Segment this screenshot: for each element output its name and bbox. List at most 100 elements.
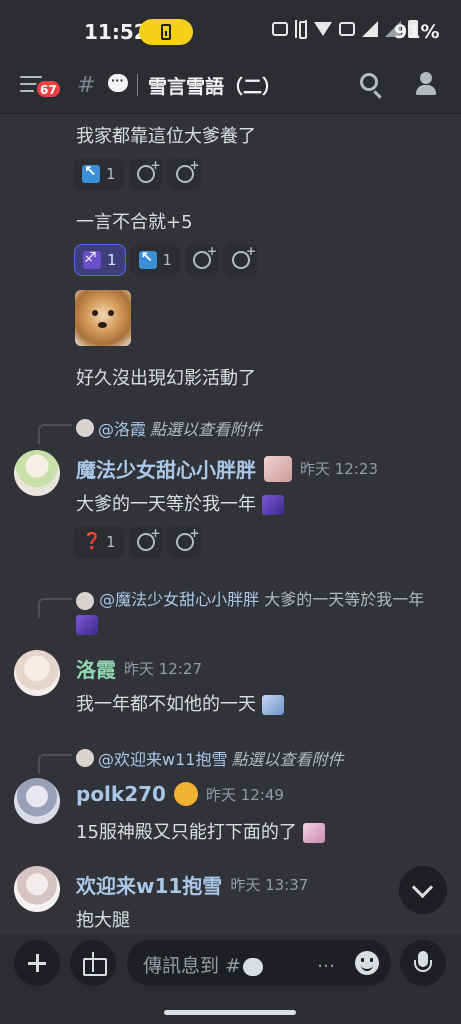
message-input-placeholder: 傳訊息到 # bbox=[143, 951, 263, 978]
hd-icon bbox=[272, 22, 288, 36]
avatar[interactable] bbox=[14, 778, 60, 824]
volte-icon bbox=[339, 22, 355, 36]
voice-message-button[interactable] bbox=[400, 940, 446, 986]
message-timestamp: 昨天 13:37 bbox=[230, 876, 309, 894]
author-badge-icon bbox=[173, 782, 198, 806]
message-text: 好久沒出現幻影活動了 bbox=[76, 368, 256, 389]
message-author[interactable]: 洛霞 昨天 12:27 bbox=[76, 654, 202, 683]
reaction-purple[interactable]: 1 bbox=[74, 244, 126, 276]
super-reaction-icon bbox=[232, 244, 256, 269]
add-super-reaction-button[interactable] bbox=[224, 244, 259, 276]
add-reaction-icon bbox=[136, 158, 161, 183]
reply-author: @欢迎来w11抱雪 bbox=[98, 750, 228, 769]
super-reaction-icon bbox=[175, 158, 200, 183]
divider bbox=[137, 74, 138, 96]
hash-icon: # bbox=[77, 73, 96, 98]
message-text: 我家都靠這位大爹養了 bbox=[76, 126, 256, 147]
reaction-row: 1 1 bbox=[74, 244, 259, 276]
message-list[interactable]: 我家都靠這位大爹養了 1 一言不合就+5 1 1 好久沒出現幻影活動了 @洛霞 … bbox=[0, 114, 461, 934]
message-composer: 傳訊息到 # ... bbox=[0, 934, 461, 1024]
author-name: polk270 bbox=[76, 782, 166, 806]
red-question-icon bbox=[82, 531, 102, 551]
message-timestamp: 昨天 12:27 bbox=[124, 660, 202, 678]
message-author[interactable]: 欢迎来w11抱雪 昨天 13:37 bbox=[76, 870, 308, 899]
message-text: 一言不合就+5 bbox=[76, 212, 193, 233]
channel-header: 67 # 雪言雪語（二） bbox=[0, 64, 461, 114]
reply-connector bbox=[38, 598, 72, 618]
reply-preview[interactable]: @魔法少女甜心小胖胖 大爹的一天等於我一年 bbox=[76, 588, 448, 636]
signal-icon bbox=[362, 21, 378, 37]
message-author[interactable]: 魔法少女甜心小胖胖 昨天 12:23 bbox=[76, 454, 378, 483]
author-name: 魔法少女甜心小胖胖 bbox=[76, 458, 256, 482]
pink-emoji-icon bbox=[302, 823, 325, 843]
reply-text: 點選以查看附件 bbox=[231, 750, 344, 769]
vibrate-icon bbox=[295, 20, 307, 39]
message-author[interactable]: polk270 昨天 12:49 bbox=[76, 782, 284, 806]
author-badge-icon bbox=[264, 455, 292, 482]
reaction-arrow[interactable]: 1 bbox=[74, 158, 124, 190]
battery-icon bbox=[161, 24, 171, 40]
reply-preview[interactable]: @洛霞 點選以查看附件 bbox=[76, 416, 262, 440]
reply-author: @魔法少女甜心小胖胖 bbox=[99, 590, 260, 609]
message-text: 15服神殿又只能打下面的了 bbox=[76, 818, 325, 844]
message-text: 大爹的一天等於我一年 bbox=[76, 490, 284, 516]
message-text: 抱大腿 bbox=[76, 910, 130, 931]
add-reaction-icon bbox=[193, 244, 217, 269]
battery-percent: 91% bbox=[394, 21, 440, 43]
reaction-count: 1 bbox=[107, 251, 117, 269]
reply-avatar bbox=[76, 749, 94, 767]
author-name: 洛霞 bbox=[76, 658, 116, 682]
emoji-picker-icon[interactable] bbox=[355, 951, 379, 975]
purple-sticker-icon bbox=[83, 250, 101, 269]
arrow-up-left-icon bbox=[138, 248, 157, 269]
reaction-row: 1 bbox=[74, 526, 202, 558]
reaction-row: 1 bbox=[74, 158, 202, 190]
reply-connector bbox=[38, 424, 72, 444]
reply-text: 點選以查看附件 bbox=[150, 420, 263, 439]
members-icon[interactable] bbox=[414, 72, 440, 96]
speech-bubble-icon bbox=[108, 74, 128, 92]
reply-text: 大爹的一天等於我一年 bbox=[264, 590, 425, 609]
search-icon[interactable] bbox=[360, 73, 378, 91]
add-reaction-button[interactable] bbox=[128, 158, 163, 190]
reply-author: @洛霞 bbox=[98, 420, 147, 439]
blue-emoji-icon bbox=[261, 695, 284, 715]
author-name: 欢迎来w11抱雪 bbox=[76, 874, 223, 898]
shiba-image-attachment[interactable] bbox=[75, 290, 131, 346]
message-timestamp: 昨天 12:23 bbox=[300, 460, 378, 478]
add-reaction-button[interactable] bbox=[128, 526, 163, 558]
purple-emoji-icon bbox=[261, 495, 284, 515]
add-super-reaction-button[interactable] bbox=[167, 158, 202, 190]
scroll-to-bottom-button[interactable] bbox=[399, 866, 447, 914]
purple-emoji-icon bbox=[76, 614, 98, 635]
message-body: 15服神殿又只能打下面的了 bbox=[76, 822, 297, 843]
reaction-count: 1 bbox=[106, 165, 116, 183]
reaction-question[interactable]: 1 bbox=[74, 526, 124, 558]
add-reaction-icon bbox=[136, 526, 161, 551]
gift-button[interactable] bbox=[70, 940, 116, 986]
message-body: 大爹的一天等於我一年 bbox=[76, 494, 256, 515]
ellipsis: ... bbox=[317, 950, 336, 972]
reaction-count: 1 bbox=[162, 251, 173, 269]
reply-avatar bbox=[76, 591, 94, 610]
reaction-count: 1 bbox=[106, 533, 116, 551]
avatar[interactable] bbox=[14, 650, 60, 696]
placeholder-text: 傳訊息到 # bbox=[143, 955, 241, 977]
speech-bubble-icon bbox=[242, 957, 263, 976]
add-super-reaction-button[interactable] bbox=[167, 526, 202, 558]
wifi-icon bbox=[314, 22, 332, 36]
avatar[interactable] bbox=[14, 450, 60, 496]
reply-connector bbox=[38, 754, 72, 774]
status-bar: 11:52 91% bbox=[0, 0, 461, 64]
reaction-arrow[interactable]: 1 bbox=[130, 244, 181, 276]
message-input[interactable]: 傳訊息到 # ... bbox=[127, 940, 391, 986]
unread-badge: 67 bbox=[35, 79, 62, 99]
home-indicator bbox=[164, 1010, 296, 1015]
battery-saver-pill bbox=[139, 19, 193, 45]
add-attachment-button[interactable] bbox=[14, 940, 60, 986]
avatar[interactable] bbox=[14, 866, 60, 912]
add-reaction-button[interactable] bbox=[185, 244, 220, 276]
message-timestamp: 昨天 12:49 bbox=[205, 785, 284, 804]
channel-title[interactable]: 雪言雪語（二） bbox=[148, 72, 281, 99]
reply-preview[interactable]: @欢迎来w11抱雪 點選以查看附件 bbox=[76, 746, 343, 770]
